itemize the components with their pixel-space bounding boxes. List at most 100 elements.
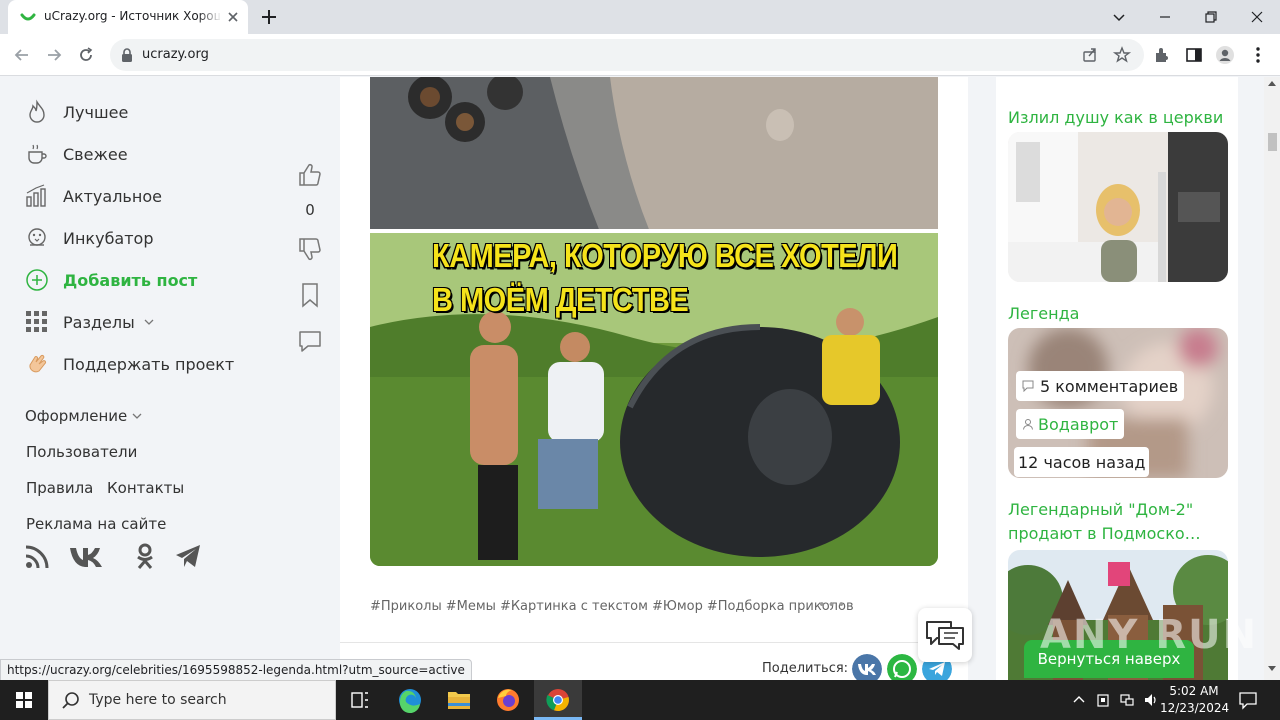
bookmark-icon[interactable] xyxy=(296,281,324,309)
chrome-icon xyxy=(546,689,569,712)
tag-link[interactable]: #Приколы xyxy=(370,599,442,614)
time-pill: 12 часов назад xyxy=(1014,447,1150,477)
lock-icon[interactable] xyxy=(120,47,134,63)
new-tab-plus-icon[interactable] xyxy=(260,8,278,26)
nav-label-actual: Актуальное xyxy=(63,186,162,206)
network-icon[interactable] xyxy=(1119,692,1135,708)
thumbs-up-icon[interactable] xyxy=(296,161,324,189)
edge-browser-icon[interactable] xyxy=(386,680,434,720)
chrome-taskbar-button[interactable] xyxy=(534,680,582,720)
design-label: Оформление xyxy=(25,407,128,425)
vk-icon[interactable] xyxy=(68,542,108,570)
user-icon xyxy=(1023,419,1033,430)
taskbar-search[interactable]: Type here to search xyxy=(48,680,336,720)
post-image[interactable]: КАМЕРА, КОТОРУЮ ВСЕ ХОТЕЛИ В МОЁМ ДЕТСТВ… xyxy=(370,77,938,566)
contacts-link[interactable]: Контакты xyxy=(107,479,184,497)
bar-chart-icon xyxy=(26,184,46,207)
meme-caption-line2: В МОЁМ ДЕТСТВЕ xyxy=(432,282,689,319)
users-link[interactable]: Пользователи xyxy=(26,443,137,461)
feed-item-title[interactable]: Легендарный "Дом-2" продают в Подмоско… xyxy=(1008,498,1230,546)
more-tags-button[interactable]: ••• xyxy=(818,598,847,613)
whatsapp-share-icon[interactable] xyxy=(887,654,917,680)
kitchen-photo xyxy=(1008,132,1228,282)
tab-title: uCrazy.org - Источник Хороше xyxy=(44,9,220,23)
vk-share-icon[interactable] xyxy=(852,654,882,680)
tab-strip: uCrazy.org - Источник Хороше xyxy=(0,0,1280,34)
feed-item-title[interactable]: Легенда xyxy=(1008,302,1230,326)
author-pill[interactable]: Водаврот xyxy=(1016,409,1125,439)
nav-item-actual[interactable]: Актуальное xyxy=(24,182,162,210)
restore-icon[interactable] xyxy=(1200,6,1222,28)
search-placeholder: Type here to search xyxy=(89,692,227,708)
tag-link[interactable]: #Юмор xyxy=(652,599,703,614)
fire-icon xyxy=(29,99,45,123)
rules-link[interactable]: Правила xyxy=(26,479,93,497)
page-scrollbar[interactable] xyxy=(1264,77,1280,680)
author-name: Водаврот xyxy=(1038,414,1119,434)
minimize-icon[interactable] xyxy=(1154,6,1176,28)
share-page-icon[interactable] xyxy=(1080,45,1100,65)
scroll-down-icon[interactable] xyxy=(1267,665,1277,673)
nav-label-sections: Разделы xyxy=(63,312,135,332)
chick-icon xyxy=(28,228,46,246)
security-shield-icon[interactable] xyxy=(1095,692,1111,708)
extensions-puzzle-icon[interactable] xyxy=(1152,45,1172,65)
comment-bubble-icon[interactable] xyxy=(296,327,324,355)
nav-label-incubator: Инкубатор xyxy=(63,228,154,248)
chat-button[interactable] xyxy=(918,608,972,662)
feed-item-title[interactable]: Излил душу как в церкви xyxy=(1008,106,1230,130)
reload-icon[interactable] xyxy=(76,45,96,65)
system-clock[interactable]: 5:02 AM 12/23/2024 xyxy=(1160,683,1230,717)
chrome-menu-icon[interactable] xyxy=(1248,45,1268,65)
nav-item-fresh[interactable]: Свежее xyxy=(24,140,128,168)
task-view-icon[interactable] xyxy=(336,680,384,720)
telegram-icon[interactable] xyxy=(174,542,202,570)
tab-title-fade xyxy=(198,4,222,30)
add-post-button[interactable]: Добавить пост xyxy=(24,266,197,294)
windows-start-icon[interactable] xyxy=(0,680,48,720)
search-icon xyxy=(62,692,79,709)
scroll-up-icon[interactable] xyxy=(1267,79,1277,87)
nav-label-support: Поддержать проект xyxy=(63,354,235,374)
grid-icon xyxy=(26,311,47,332)
divider xyxy=(340,642,968,643)
bookmark-star-icon[interactable] xyxy=(1112,45,1132,65)
firefox-icon[interactable] xyxy=(484,680,532,720)
forward-arrow-icon[interactable] xyxy=(44,45,64,65)
notification-icon[interactable] xyxy=(1238,690,1258,710)
ads-link[interactable]: Реклама на сайте xyxy=(26,515,166,533)
odnoklassniki-icon[interactable] xyxy=(131,542,159,570)
rss-icon[interactable] xyxy=(24,542,52,570)
design-menu[interactable]: Оформление xyxy=(25,407,143,425)
nav-label-fresh: Свежее xyxy=(63,144,128,164)
volume-icon[interactable] xyxy=(1143,692,1159,708)
thumbs-down-icon[interactable] xyxy=(296,235,324,263)
meme-caption: КАМЕРА, КОТОРУЮ ВСЕ ХОТЕЛИ В МОЁМ ДЕТСТВ… xyxy=(432,235,898,322)
back-arrow-icon[interactable] xyxy=(12,45,32,65)
url-text[interactable]: ucrazy.org xyxy=(142,47,209,62)
window-close-icon[interactable] xyxy=(1246,6,1268,28)
address-bar[interactable]: ucrazy.org xyxy=(110,39,1144,71)
tag-link[interactable]: #Мемы xyxy=(446,599,496,614)
close-icon[interactable] xyxy=(226,10,240,24)
nav-item-best[interactable]: Лучшее xyxy=(24,98,128,126)
file-explorer-icon[interactable] xyxy=(435,680,483,720)
nav-item-support[interactable]: Поддержать проект xyxy=(24,350,234,378)
clock-date: 12/23/2024 xyxy=(1160,701,1230,715)
chevron-down-icon xyxy=(132,413,142,419)
scroll-thumb[interactable] xyxy=(1268,133,1277,151)
nav-item-incubator[interactable]: Инкубатор xyxy=(24,224,154,252)
chevron-down-icon xyxy=(144,319,154,325)
feed-item-image[interactable] xyxy=(1008,132,1228,282)
tray-chevron-up-icon[interactable] xyxy=(1071,692,1087,708)
tag-link[interactable]: #Картинка с текстом xyxy=(500,599,648,614)
profile-avatar-icon[interactable] xyxy=(1215,45,1235,65)
share-label: Поделиться: xyxy=(762,661,849,676)
nav-item-sections[interactable]: Разделы xyxy=(24,308,155,336)
nav-label-add-post: Добавить пост xyxy=(63,270,198,290)
side-panel-icon[interactable] xyxy=(1184,45,1204,65)
browser-tab[interactable]: uCrazy.org - Источник Хороше xyxy=(8,0,248,34)
comment-bubble-icon xyxy=(1022,380,1034,392)
anyrun-watermark: ANY RUN xyxy=(1040,612,1259,658)
tab-search-chevron-icon[interactable] xyxy=(1108,6,1130,28)
